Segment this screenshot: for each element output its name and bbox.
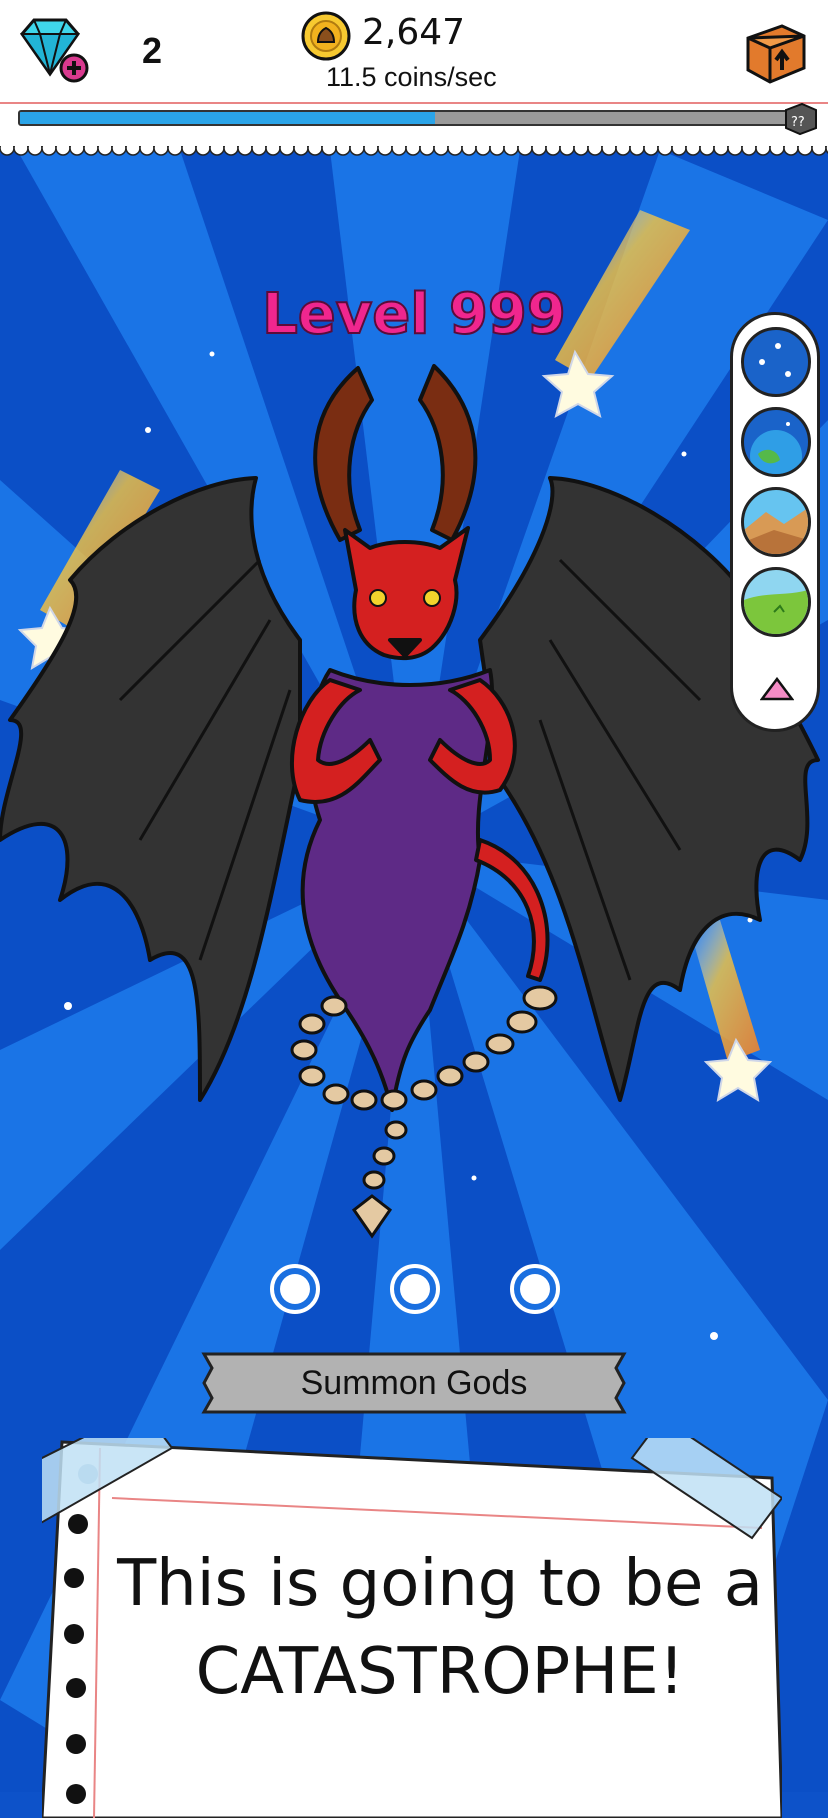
gem-plus-icon[interactable] — [10, 12, 90, 84]
message-line-2: CATASTROPHE! — [195, 1635, 685, 1709]
coin-rate: 11.5 coins/sec — [326, 62, 497, 92]
divider-line — [0, 102, 828, 104]
shop-crate-icon[interactable] — [742, 20, 808, 86]
scroll-up-arrow-icon[interactable] — [760, 677, 794, 701]
planet-era-icon[interactable] — [741, 407, 811, 477]
gem-count: 2 — [142, 30, 163, 71]
scalloped-edge — [0, 146, 828, 156]
mystery-box-icon[interactable]: ?? — [782, 100, 820, 138]
page-dot-3[interactable] — [510, 1264, 560, 1314]
page-dot-2[interactable] — [390, 1264, 440, 1314]
desert-era-icon[interactable] — [741, 487, 811, 557]
grassland-era-icon[interactable] — [741, 567, 811, 637]
page-dot-1[interactable] — [270, 1264, 320, 1314]
era-selector — [730, 312, 820, 732]
coin-icon — [301, 11, 351, 61]
svg-text:??: ?? — [791, 115, 805, 130]
evolution-progress-bar — [18, 110, 790, 126]
top-bar: 2 2,647 11.5 coins/sec ?? — [0, 0, 828, 150]
level-title: Level 999 — [261, 281, 567, 348]
catastrophe-message: This is going to be a CATASTROPHE! — [110, 1540, 770, 1716]
progress-fill — [20, 112, 435, 124]
coin-total: 2,647 — [362, 12, 466, 53]
message-line-1: This is going to be a — [117, 1547, 763, 1621]
space-era-icon[interactable] — [741, 327, 811, 397]
summon-gods-label[interactable]: Summon Gods — [200, 1350, 628, 1416]
